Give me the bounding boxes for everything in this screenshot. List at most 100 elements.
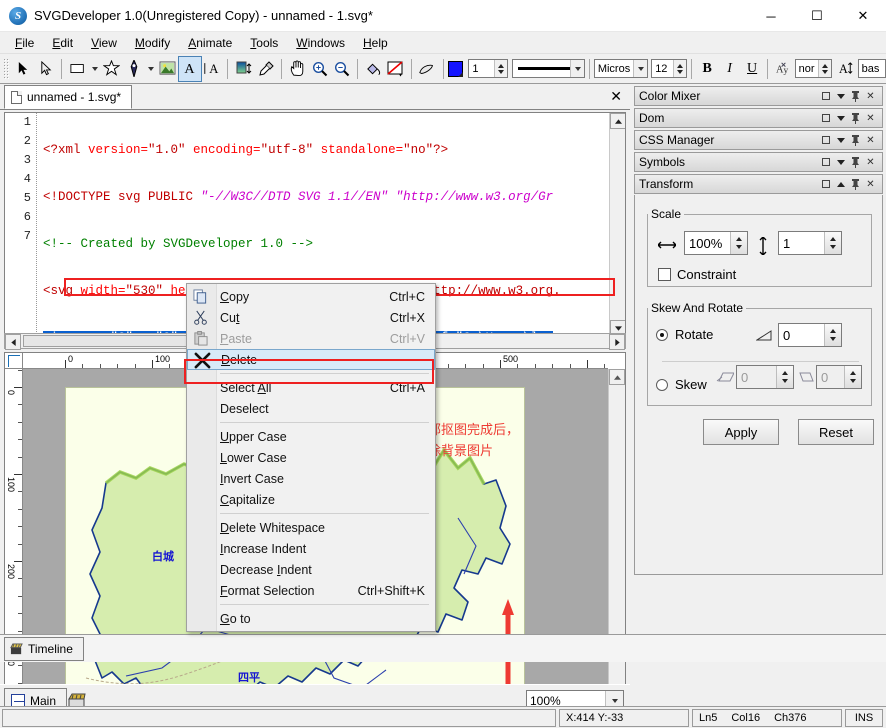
pin-icon[interactable] xyxy=(848,133,863,148)
context-menu-item-invert-case[interactable]: Invert Case xyxy=(187,468,435,489)
context-menu-item-go-to[interactable]: Go to xyxy=(187,608,435,629)
skew-y-arrows[interactable] xyxy=(844,366,861,388)
direct-select-icon[interactable] xyxy=(35,57,57,81)
pin-icon[interactable] xyxy=(848,111,863,126)
pen-tool-dropdown[interactable] xyxy=(145,57,156,81)
apply-button[interactable]: Apply xyxy=(703,419,779,445)
maximize-panel-icon[interactable] xyxy=(818,111,833,126)
zoom-in-icon[interactable] xyxy=(309,57,331,81)
close-panel-icon[interactable]: ✕ xyxy=(863,177,878,192)
panel-header-transform[interactable]: Transform ✕ xyxy=(634,174,883,194)
code-vertical-scrollbar[interactable] xyxy=(609,113,625,336)
skew-x-input[interactable]: 0 xyxy=(736,365,794,389)
underline-button[interactable]: U xyxy=(741,57,763,81)
close-panel-icon[interactable]: ✕ xyxy=(863,133,878,148)
text-area-tool-icon[interactable]: A xyxy=(201,57,223,81)
skew-y-input[interactable]: 0 xyxy=(816,365,862,389)
text-tool-icon[interactable]: A xyxy=(177,55,203,82)
code-scroll-right-icon[interactable] xyxy=(609,334,625,350)
context-menu-item-format-selection[interactable]: Format Selection Ctrl+Shift+K xyxy=(187,580,435,601)
menu-help[interactable]: Help xyxy=(354,34,397,52)
scale-x-input[interactable]: 100% xyxy=(684,231,748,255)
context-menu-item-cut[interactable]: Cut Ctrl+X xyxy=(187,307,435,328)
rotate-radio[interactable] xyxy=(656,328,668,341)
reset-button[interactable]: Reset xyxy=(798,419,874,445)
chevron-down-icon[interactable] xyxy=(833,111,848,126)
close-document-icon[interactable]: ✕ xyxy=(610,88,622,104)
scale-y-input[interactable]: 1 xyxy=(778,231,842,255)
gradient-tool-icon[interactable] xyxy=(232,57,254,81)
italic-button[interactable]: I xyxy=(718,57,740,81)
ruler-origin-icon[interactable] xyxy=(5,353,23,369)
code-scroll-up-icon[interactable] xyxy=(610,113,625,129)
maximize-panel-icon[interactable] xyxy=(818,177,833,192)
context-menu-item-increase-indent[interactable]: Increase Indent xyxy=(187,538,435,559)
chevron-down-icon[interactable] xyxy=(833,155,848,170)
menu-tools[interactable]: Tools xyxy=(241,34,287,52)
code-hscroll-thumb[interactable] xyxy=(23,335,193,347)
minimize-button[interactable]: ─ xyxy=(748,0,794,32)
panel-header-css-manager[interactable]: CSS Manager ✕ xyxy=(634,130,883,150)
code-scroll-left-icon[interactable] xyxy=(5,334,21,350)
rotate-angle-arrows[interactable] xyxy=(824,324,841,346)
zoom-out-icon[interactable] xyxy=(331,57,353,81)
toolbar-grip[interactable] xyxy=(3,57,10,80)
context-menu-item-upper-case[interactable]: Upper Case xyxy=(187,426,435,447)
pencil-tool-icon[interactable] xyxy=(416,57,438,81)
baseline-shift-icon[interactable]: A xyxy=(835,57,857,81)
chevron-down-icon[interactable] xyxy=(833,133,848,148)
constraint-checkbox-row[interactable]: Constraint xyxy=(658,267,736,282)
font-weight-spinner[interactable]: nor xyxy=(794,59,833,78)
close-button[interactable]: ✕ xyxy=(840,0,886,32)
maximize-panel-icon[interactable] xyxy=(818,89,833,104)
baseline-combo[interactable]: bas xyxy=(857,59,886,78)
font-weight-icon[interactable]: Ay xyxy=(772,57,794,81)
rotate-angle-input[interactable]: 0 xyxy=(778,323,842,347)
context-menu-item-delete-whitespace[interactable]: Delete Whitespace xyxy=(187,517,435,538)
star-tool-icon[interactable] xyxy=(100,57,122,81)
rectangle-tool-dropdown[interactable] xyxy=(89,57,100,81)
pen-tool-icon[interactable] xyxy=(122,57,144,81)
close-panel-icon[interactable]: ✕ xyxy=(863,89,878,104)
select-arrow-icon[interactable] xyxy=(13,57,35,81)
bold-button[interactable]: B xyxy=(696,57,718,81)
pin-icon[interactable] xyxy=(848,89,863,104)
close-panel-icon[interactable]: ✕ xyxy=(863,155,878,170)
panel-header-color-mixer[interactable]: Color Mixer ✕ xyxy=(634,86,883,106)
menu-windows[interactable]: Windows xyxy=(287,34,354,52)
context-menu-item-lower-case[interactable]: Lower Case xyxy=(187,447,435,468)
pin-icon[interactable] xyxy=(848,177,863,192)
font-family-combo[interactable]: Micros xyxy=(593,59,649,78)
panel-header-dom[interactable]: Dom ✕ xyxy=(634,108,883,128)
stroke-style-arrow[interactable] xyxy=(569,60,584,77)
image-tool-icon[interactable] xyxy=(156,57,178,81)
maximize-button[interactable]: ☐ xyxy=(794,0,840,32)
paint-bucket-icon[interactable] xyxy=(362,57,384,81)
stroke-width-spinner[interactable]: 1 xyxy=(468,59,508,78)
pin-icon[interactable] xyxy=(848,155,863,170)
context-menu-item-capitalize[interactable]: Capitalize xyxy=(187,489,435,510)
maximize-panel-icon[interactable] xyxy=(818,133,833,148)
fill-color-swatch[interactable] xyxy=(447,60,463,77)
maximize-panel-icon[interactable] xyxy=(818,155,833,170)
font-size-spinner[interactable]: 12 xyxy=(651,59,688,78)
menu-animate[interactable]: Animate xyxy=(179,34,241,52)
menu-file[interactable]: File xyxy=(6,34,43,52)
menu-modify[interactable]: Modify xyxy=(126,34,179,52)
canvas-scroll-up-icon[interactable] xyxy=(609,369,625,385)
font-size-arrows[interactable] xyxy=(673,60,687,77)
context-menu-item-deselect[interactable]: Deselect xyxy=(187,398,435,419)
document-tab[interactable]: unnamed - 1.svg* xyxy=(4,85,133,109)
stroke-style-combo[interactable] xyxy=(511,59,585,78)
scale-y-arrows[interactable] xyxy=(824,232,841,254)
scale-x-arrows[interactable] xyxy=(730,232,747,254)
chevron-up-icon[interactable] xyxy=(833,177,848,192)
chevron-down-icon[interactable] xyxy=(833,89,848,104)
timeline-tab[interactable]: Timeline xyxy=(4,637,84,661)
hand-tool-icon[interactable] xyxy=(286,57,308,81)
menu-view[interactable]: View xyxy=(82,34,126,52)
font-family-arrow[interactable] xyxy=(633,60,648,77)
stroke-width-arrows[interactable] xyxy=(493,60,507,77)
skew-radio[interactable] xyxy=(656,378,668,391)
editor-context-menu[interactable]: Copy Ctrl+C Cut Ctrl+X Paste Ctrl+V Dele… xyxy=(184,283,436,632)
